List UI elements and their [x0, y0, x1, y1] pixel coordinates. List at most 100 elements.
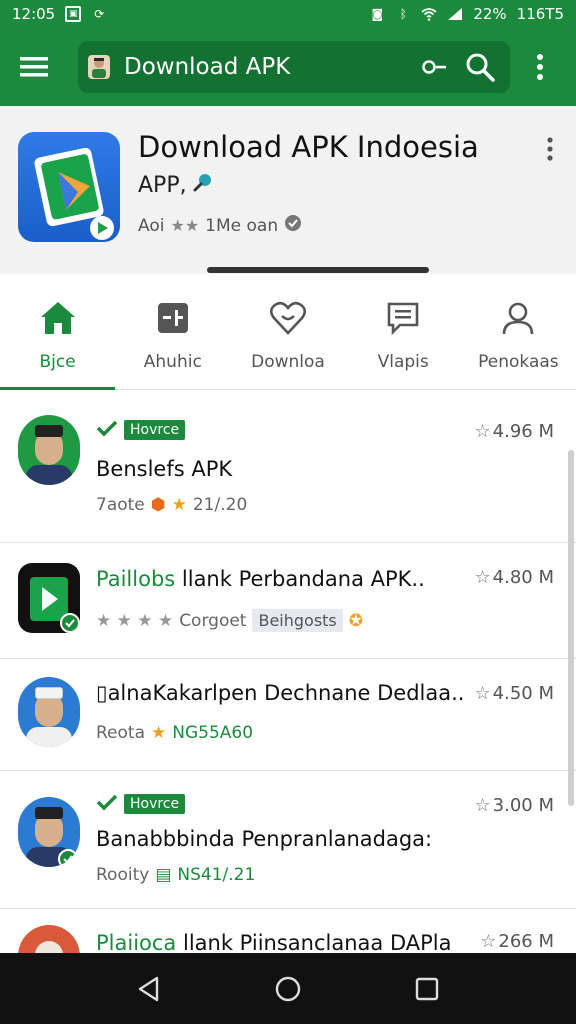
status-badge: Hovrce [124, 794, 186, 814]
tab-messages[interactable]: Vlapis [346, 274, 461, 389]
header-more-icon[interactable] [540, 134, 560, 164]
list-item-size: ☆ 266 M [480, 931, 554, 952]
avatar [18, 563, 80, 633]
star-outline-icon: ☆ [474, 567, 491, 588]
tab-download-label: Downloa [251, 352, 325, 372]
star-outline-icon: ☆ [474, 795, 491, 816]
list-item[interactable]: Hovrce Banabbbinda Penpranlanadaga: Rooi… [0, 771, 576, 909]
recents-icon[interactable] [405, 967, 449, 1011]
search-avatar [88, 55, 110, 79]
verified-icon [284, 214, 302, 237]
star-icon: ★ [171, 495, 187, 515]
tab-editor-label: Ahuhic [143, 352, 202, 372]
tab-messages-label: Vlapis [377, 352, 429, 372]
list-item-meta-value: 21/.20 [192, 495, 248, 515]
check-icon [96, 793, 118, 815]
tab-home[interactable]: Bjce [0, 274, 116, 390]
rating-stars-icon: ★ ★ ★ ★ [96, 610, 174, 631]
app-logo-icon [18, 132, 120, 242]
drag-handle[interactable] [207, 267, 429, 273]
app-bar: Download APK [0, 28, 576, 106]
verified-row: Hovrce [96, 419, 186, 441]
app-title: Download APK Indoesia [138, 130, 479, 164]
editor-icon [153, 298, 193, 338]
list-item[interactable]: Hovrce Benslefs APK 7aote ⬢ ★ 21/.20 ☆ 4… [0, 391, 576, 543]
star-outline-icon: ☆ [474, 683, 491, 704]
tab-bar: Bjce Ahuhic Downloa Vlapis Penokaas [0, 274, 576, 390]
list-item-meta-value: NG55A60 [172, 723, 254, 743]
status-right-text: 116T5 [516, 5, 564, 23]
list-item-title: ▯alnaKakarlpen Dechnane Dedlaa... [96, 681, 466, 705]
star-icon: ★ [151, 723, 167, 743]
sync-icon: ⟳ [94, 7, 105, 21]
list-item-tag: Beihgosts [252, 609, 343, 632]
list-item-meta-label: Corgoet [179, 610, 247, 631]
avatar [18, 677, 80, 747]
app-subtitle: APP, [138, 172, 215, 198]
list-item-meta: Rooity ▤ NS41/.21 [96, 865, 255, 885]
tab-download[interactable]: Downloa [230, 274, 345, 389]
message-icon [383, 298, 423, 338]
list-item-title: Benslefs APK [96, 457, 233, 481]
system-nav-bar [0, 953, 576, 1024]
avatar [18, 797, 80, 867]
back-icon[interactable] [127, 967, 171, 1011]
scrollbar[interactable] [568, 450, 574, 806]
search-badge-icon [193, 172, 215, 198]
overflow-menu-icon[interactable] [528, 47, 552, 87]
list-item[interactable]: ▯alnaKakarlpen Dechnane Dedlaa... Reota … [0, 659, 576, 771]
list-item-title: Banabbbinda Penpranlanadaga: [96, 827, 433, 851]
search-icon[interactable] [460, 47, 500, 87]
list-item-size: ☆ 4.50 M [475, 683, 554, 704]
list-item-meta: Reota ★ NG55A60 [96, 723, 253, 743]
star-outline-icon: ☆ [480, 931, 497, 952]
status-badge: Hovrce [124, 420, 186, 440]
heart-icon [268, 298, 308, 338]
list-item-title-text: alnaKakarlpen Dechnane Dedlaa... [107, 681, 466, 705]
app-meta-text: 1Me oan [205, 215, 279, 236]
app-header: Download APK Indoesia APP, Aoi ★★ 1Me oa… [0, 106, 576, 274]
photo-icon: ▣ [65, 6, 82, 22]
rating-stars-icon: ★★ [170, 216, 200, 235]
app-list: Hovrce Benslefs APK 7aote ⬢ ★ 21/.20 ☆ 4… [0, 391, 576, 953]
search-bar[interactable]: Download APK [78, 41, 510, 93]
avatar [18, 415, 80, 485]
list-item-meta-label: 7aote [96, 495, 145, 515]
list-item-size: ☆ 4.96 M [475, 421, 554, 442]
list-item-size: ☆ 4.80 M [475, 567, 554, 588]
list-item-size-text: 4.50 M [492, 683, 554, 704]
list-item[interactable]: Paillobs llank Perbandana APK.. ★ ★ ★ ★ … [0, 543, 576, 659]
signal-icon [447, 6, 463, 22]
list-item-meta-label: Reota [96, 723, 145, 743]
list-item-size: ☆ 3.00 M [475, 795, 554, 816]
app-subtitle-text: APP, [138, 172, 187, 198]
list-item-title: Paillobs llank Perbandana APK.. [96, 567, 466, 591]
list-item-title-rest: llank Perbandana APK.. [175, 567, 425, 591]
list-item-size-text: 266 M [498, 931, 554, 952]
tab-editor[interactable]: Ahuhic [115, 274, 230, 389]
key-icon[interactable] [418, 50, 452, 84]
list-item-title-highlight: Plaiioca [96, 931, 177, 953]
tab-profile-label: Penokaas [478, 352, 559, 372]
wifi-icon [421, 6, 437, 22]
award-icon: ⬢ [150, 495, 166, 515]
verified-badge-icon [58, 849, 78, 867]
list-item-size-text: 4.96 M [492, 421, 554, 442]
status-time: 12:05 [12, 5, 56, 23]
verified-badge-icon [60, 613, 80, 633]
store-icon: ▤ [155, 865, 172, 885]
list-item-size-text: 3.00 M [492, 795, 554, 816]
list-item-title-highlight: Paillobs [96, 567, 176, 591]
app-meta: Aoi ★★ 1Me oan [138, 214, 302, 237]
list-item-meta: ★ ★ ★ ★ Corgoet Beihgosts ✪ [96, 609, 363, 632]
avatar [18, 925, 80, 953]
list-item[interactable]: Plaiioca llank Piinsanclanaa DAPla ☆ 266… [0, 909, 576, 953]
verified-row: Hovrce [96, 793, 186, 815]
status-bar: 12:05 ▣ ⟳ ◙ ᛒ 22% 116T5 [0, 0, 576, 28]
menu-icon[interactable] [14, 47, 54, 87]
award-icon: ✪ [348, 610, 364, 631]
check-icon [96, 419, 118, 441]
tab-profile[interactable]: Penokaas [461, 274, 576, 389]
bluetooth-icon: ᛒ [399, 7, 407, 21]
home-circle-icon[interactable] [266, 967, 310, 1011]
